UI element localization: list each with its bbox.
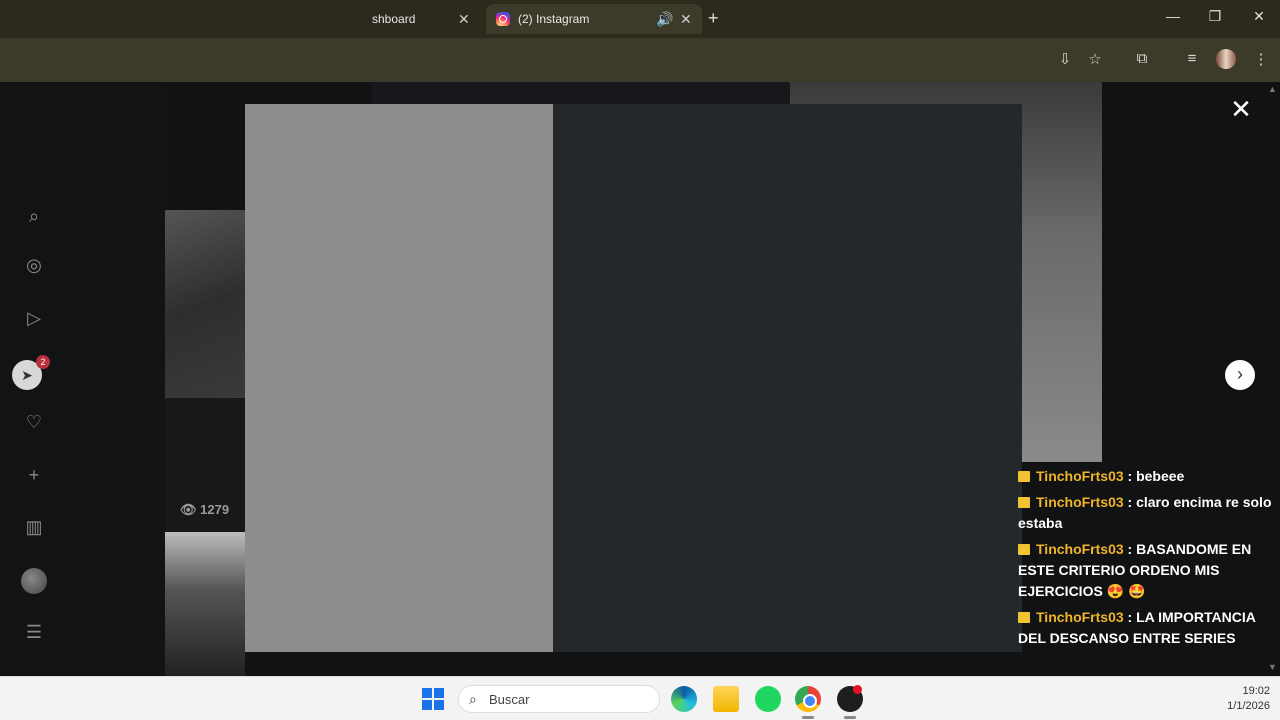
profile-avatar[interactable] xyxy=(1216,49,1236,69)
clock-time: 19:02 xyxy=(1242,685,1270,697)
tab-dashboard[interactable]: shboard ✕ xyxy=(372,6,480,32)
windows-taskbar: ⌕ Buscar 19:02 1/1/2026 xyxy=(0,676,1280,720)
taskbar-search-placeholder: Buscar xyxy=(489,691,530,707)
create-plus-icon[interactable]: + xyxy=(22,463,46,487)
bookmark-star-icon[interactable]: ☆ xyxy=(1084,50,1106,68)
taskbar-search-input[interactable]: ⌕ Buscar xyxy=(458,685,660,713)
obs-recording-dot xyxy=(853,685,862,694)
views-count: 👁 1279 xyxy=(180,502,230,517)
instagram-sidebar: ⌕ ◎ ▷ ➤ 2 ♡ + ▥ ☰ xyxy=(0,82,165,676)
chat-message: TinchoFrts03 : bebeee xyxy=(1018,466,1280,487)
stream-chat-overlay: TinchoFrts03 : bebeee TinchoFrts03 : cla… xyxy=(1018,466,1280,654)
system-clock[interactable]: 19:02 1/1/2026 xyxy=(1200,684,1270,714)
minimize-icon[interactable]: — xyxy=(1158,8,1188,24)
scroll-up-arrow-icon[interactable]: ▲ xyxy=(1268,84,1277,94)
extensions-icon[interactable]: ⧉ xyxy=(1131,50,1153,67)
explore-compass-icon[interactable]: ◎ xyxy=(22,253,46,277)
tab-dashboard-label: shboard xyxy=(372,12,416,26)
close-tab-icon[interactable]: ✕ xyxy=(458,11,470,28)
feed-thumbnail[interactable] xyxy=(165,210,245,398)
next-post-button[interactable]: › xyxy=(1225,360,1255,390)
windows-start-icon[interactable] xyxy=(422,688,444,710)
media-control-icon[interactable]: ≡ xyxy=(1181,50,1203,67)
edge-icon[interactable] xyxy=(671,686,697,712)
new-tab-icon[interactable]: + xyxy=(708,8,719,29)
crown-icon xyxy=(1018,497,1030,508)
tab-instagram[interactable]: (2) Instagram 🔊 ✕ xyxy=(486,4,702,34)
search-icon[interactable]: ⌕ xyxy=(22,204,46,228)
post-media-panel[interactable] xyxy=(245,104,553,652)
speaker-icon[interactable]: 🔊 xyxy=(656,11,673,28)
post-details-panel xyxy=(553,104,1022,652)
backdrop-band xyxy=(372,82,790,104)
close-window-icon[interactable]: ✕ xyxy=(1244,8,1274,25)
file-explorer-icon[interactable] xyxy=(713,686,739,712)
crown-icon xyxy=(1018,544,1030,555)
scroll-down-arrow-icon[interactable]: ▼ xyxy=(1268,662,1277,672)
obs-active-indicator xyxy=(844,716,856,719)
menu-kebab-icon[interactable]: ⋮ xyxy=(1250,50,1272,68)
dashboard-chart-icon[interactable]: ▥ xyxy=(22,515,46,539)
chrome-active-indicator xyxy=(802,716,814,719)
close-tab-icon[interactable]: ✕ xyxy=(680,11,692,28)
instagram-favicon-icon xyxy=(496,12,510,26)
chat-message: TinchoFrts03 : claro encima re solo esta… xyxy=(1018,494,1272,531)
crown-icon xyxy=(1018,471,1030,482)
install-app-icon[interactable]: ⇩ xyxy=(1054,50,1076,68)
instagram-page: ⌕ ◎ ▷ ➤ 2 ♡ + ▥ ☰ 👁 1279 ✕ › ▲ ▼ TinchoF… xyxy=(0,82,1280,676)
chat-message: TinchoFrts03 : BASANDOME EN ESTE CRITERI… xyxy=(1018,541,1252,599)
clock-date: 1/1/2026 xyxy=(1227,700,1270,712)
reels-icon[interactable]: ▷ xyxy=(22,306,46,330)
restore-icon[interactable]: ❐ xyxy=(1200,8,1230,25)
feed-thumbnail[interactable] xyxy=(165,532,245,676)
eye-icon: 👁 xyxy=(180,502,197,517)
tab-instagram-label: (2) Instagram xyxy=(518,12,590,26)
chrome-icon[interactable] xyxy=(795,686,821,712)
crown-icon xyxy=(1018,612,1030,623)
search-icon: ⌕ xyxy=(469,691,477,707)
close-modal-icon[interactable]: ✕ xyxy=(1228,94,1254,125)
messages-badge: 2 xyxy=(36,355,50,369)
profile-avatar[interactable] xyxy=(21,568,47,594)
notifications-heart-icon[interactable]: ♡ xyxy=(22,410,46,434)
chat-message: TinchoFrts03 : LA IMPORTANCIA DEL DESCAN… xyxy=(1018,609,1256,646)
spotify-icon[interactable] xyxy=(755,686,781,712)
more-menu-icon[interactable]: ☰ xyxy=(22,620,46,644)
